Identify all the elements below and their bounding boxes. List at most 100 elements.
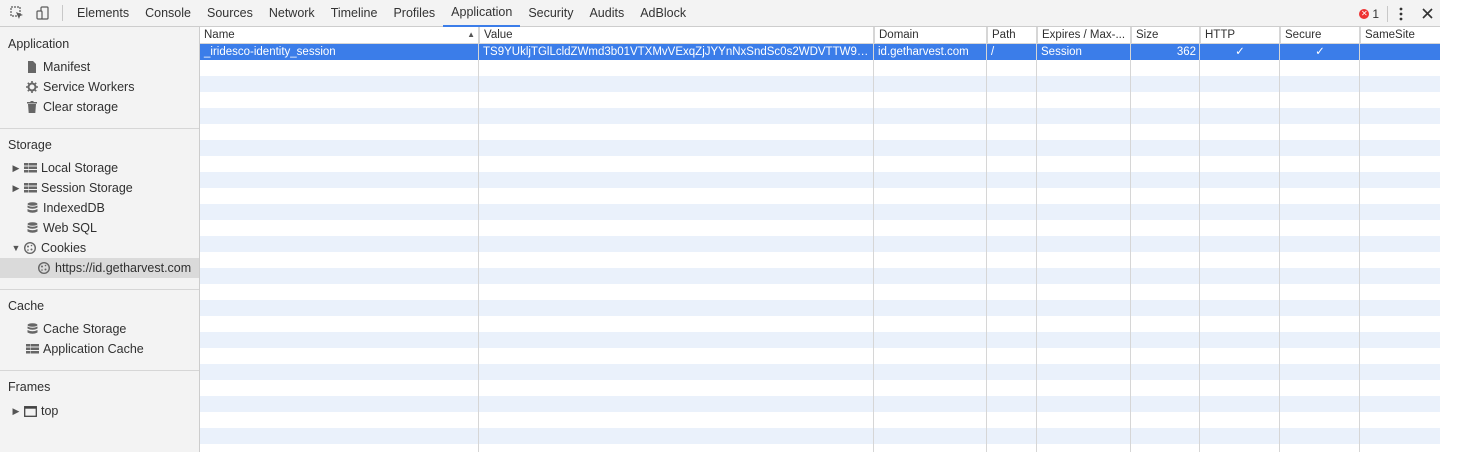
section-title-cache: Cache (8, 299, 45, 313)
empty-row (200, 108, 1440, 124)
tab-elements[interactable]: Elements (69, 0, 137, 27)
table-row[interactable]: _iridesco-identity_session TS9YUkljTGlLc… (200, 44, 1440, 60)
sidebar-divider (0, 128, 199, 129)
column-header-size[interactable]: Size (1131, 27, 1200, 44)
column-divider[interactable] (1036, 27, 1037, 452)
empty-row (200, 204, 1440, 220)
error-count: 1 (1372, 6, 1379, 21)
column-header-path[interactable]: Path (987, 27, 1037, 44)
empty-row (200, 124, 1440, 140)
sidebar-item-cookies[interactable]: ▼ Cookies (0, 238, 199, 258)
sidebar-item-label: Web SQL (43, 221, 97, 235)
sort-ascending-icon: ▲ (467, 30, 475, 39)
sidebar-item-label: Service Workers (43, 80, 135, 94)
tab-application[interactable]: Application (443, 0, 521, 27)
database-icon (24, 201, 40, 215)
empty-row (200, 140, 1440, 156)
grid-icon (22, 161, 38, 175)
column-header-expires[interactable]: Expires / Max-... (1037, 27, 1131, 44)
sidebar-item-cache-storage[interactable]: Cache Storage (0, 319, 199, 339)
column-header-value[interactable]: Value (479, 27, 874, 44)
sidebar-item-label: Application Cache (43, 342, 144, 356)
column-header-name[interactable]: Name ▲ (200, 27, 479, 44)
empty-row (200, 316, 1440, 332)
sidebar-item-clear-storage[interactable]: Clear storage (0, 97, 199, 117)
tab-security[interactable]: Security (520, 0, 581, 27)
sidebar-item-local-storage[interactable]: ▶ Local Storage (0, 158, 199, 178)
database-icon (24, 221, 40, 235)
empty-row (200, 252, 1440, 268)
expand-arrow-icon[interactable]: ▶ (10, 406, 22, 417)
tab-network[interactable]: Network (261, 0, 323, 27)
empty-row (200, 444, 1440, 452)
column-divider[interactable] (478, 27, 479, 452)
section-title-storage: Storage (8, 138, 52, 152)
file-icon (24, 60, 40, 74)
empty-row (200, 396, 1440, 412)
empty-row (200, 188, 1440, 204)
sidebar-item-web-sql[interactable]: Web SQL (0, 218, 199, 238)
column-header-samesite[interactable]: SameSite (1360, 27, 1440, 44)
tab-profiles[interactable]: Profiles (385, 0, 443, 27)
inspect-element-icon[interactable] (4, 0, 30, 26)
empty-row (200, 156, 1440, 172)
sidebar-item-label: Session Storage (41, 181, 133, 195)
close-icon[interactable] (1414, 0, 1440, 27)
cell-value: TS9YUkljTGlLcldZWmd3b01VTXMvVExqZjJYYnNx… (483, 46, 874, 58)
tab-audits[interactable]: Audits (581, 0, 632, 27)
column-divider[interactable] (1359, 27, 1360, 452)
empty-row (200, 92, 1440, 108)
toolbar-divider (62, 5, 63, 21)
sidebar-item-indexeddb[interactable]: IndexedDB (0, 198, 199, 218)
tab-console[interactable]: Console (137, 0, 199, 27)
empty-row (200, 348, 1440, 364)
cell-expires: Session (1041, 46, 1082, 58)
column-header-secure[interactable]: Secure (1280, 27, 1360, 44)
cell-domain: id.getharvest.com (878, 46, 969, 58)
empty-row (200, 300, 1440, 316)
expand-arrow-icon[interactable]: ▶ (10, 183, 22, 194)
cell-http: ✓ (1235, 46, 1245, 58)
kebab-menu-icon[interactable] (1388, 0, 1414, 27)
cookie-icon (22, 241, 38, 255)
error-counter[interactable]: ✕ 1 (1351, 7, 1387, 21)
collapse-arrow-icon[interactable]: ▼ (10, 243, 22, 253)
sidebar-item-label: Local Storage (41, 161, 119, 175)
column-divider[interactable] (1199, 27, 1200, 452)
column-divider[interactable] (986, 27, 987, 452)
tab-sources[interactable]: Sources (199, 0, 261, 27)
table-header: Name ▲ Value Domain Path Expires / Max-.… (200, 27, 1440, 44)
section-title-frames: Frames (8, 380, 51, 394)
device-mode-icon[interactable] (30, 0, 56, 26)
cell-secure: ✓ (1315, 46, 1325, 58)
column-divider[interactable] (873, 27, 874, 452)
column-divider[interactable] (1279, 27, 1280, 452)
sidebar-item-label: Manifest (43, 60, 91, 74)
empty-row (200, 60, 1440, 76)
panel-tabs: Elements Console Sources Network Timelin… (69, 0, 694, 27)
column-header-domain[interactable]: Domain (874, 27, 987, 44)
empty-row (200, 236, 1440, 252)
gear-icon (24, 80, 40, 94)
sidebar-item-cookie-origin[interactable]: https://id.getharvest.com (0, 258, 199, 278)
devtools-toolbar: Elements Console Sources Network Timelin… (0, 0, 1440, 27)
empty-row (200, 268, 1440, 284)
section-title-application: Application (8, 37, 70, 51)
sidebar-item-manifest[interactable]: Manifest (0, 57, 199, 77)
column-header-http[interactable]: HTTP (1200, 27, 1280, 44)
sidebar-item-application-cache[interactable]: Application Cache (0, 339, 199, 359)
tab-adblock[interactable]: AdBlock (632, 0, 694, 27)
empty-row (200, 172, 1440, 188)
empty-row (200, 332, 1440, 348)
sidebar-item-frame-top[interactable]: ▶ top (0, 401, 199, 421)
column-divider[interactable] (1130, 27, 1131, 452)
sidebar-item-session-storage[interactable]: ▶ Session Storage (0, 178, 199, 198)
cell-path: / (991, 46, 995, 58)
cookie-icon (36, 261, 52, 275)
sidebar-item-service-workers[interactable]: Service Workers (0, 77, 199, 97)
grid-icon (22, 181, 38, 195)
expand-arrow-icon[interactable]: ▶ (10, 163, 22, 174)
empty-row (200, 284, 1440, 300)
error-icon: ✕ (1359, 8, 1370, 19)
tab-timeline[interactable]: Timeline (323, 0, 386, 27)
